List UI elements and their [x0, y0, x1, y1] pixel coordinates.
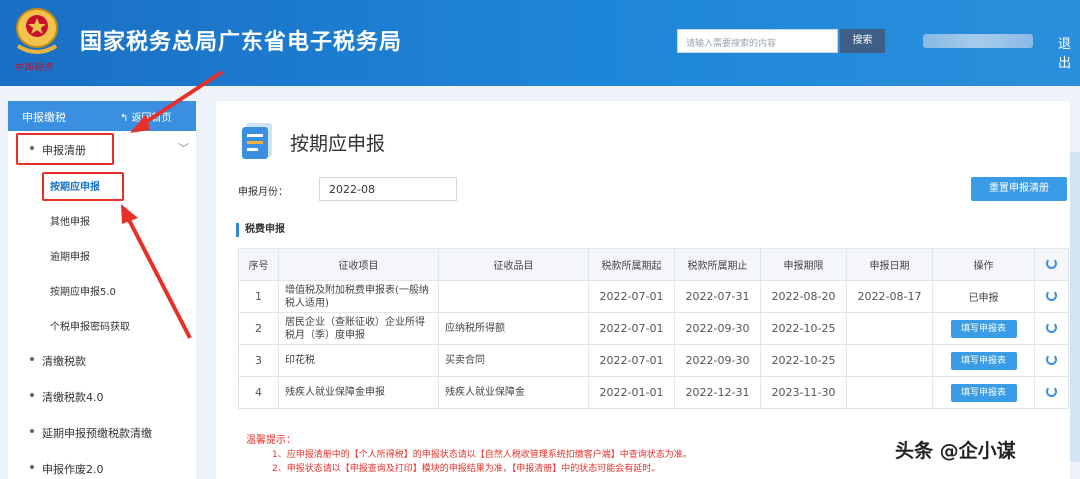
period-input[interactable]: 2022-08: [319, 177, 457, 201]
table-header-row: 序号 征收项目 征收品目 税款所属期起 税款所属期止 申报期限 申报日期 操作: [238, 248, 1069, 281]
notice-title: 温馨提示：: [246, 435, 296, 446]
bullet-icon: [30, 393, 34, 397]
sidebar-header: 申报缴税 ↰ 返回首页: [8, 101, 196, 131]
col-header-start: 税款所属期起: [588, 248, 675, 281]
watermark: 头条 @企小谋: [895, 440, 1016, 462]
refresh-icon[interactable]: [1046, 257, 1057, 269]
sidebar-item-deferred[interactable]: 延期申报预缴税款清缴: [8, 414, 196, 450]
table-row: 3 印花税 买卖合同 2022-07-01 2022-09-30 2022-10…: [238, 344, 1069, 377]
table-row: 2 居民企业（查账征收）企业所得税月（季）度申报 应纳税所得额 2022-07-…: [238, 312, 1069, 345]
notice-line: 1、应申报清册中的【个人所得税】的申报状态请以【自然人税收管理系统扣缴客户端】中…: [272, 450, 692, 460]
site-header: 中国税务 国家税务总局广东省电子税务局 请输入需要搜索的内容 搜索 退出: [0, 0, 1080, 86]
sidebar-item-tax-clearing[interactable]: 清缴税款: [8, 342, 196, 378]
site-title: 国家税务总局广东省电子税务局: [80, 30, 403, 55]
fill-form-button[interactable]: 填写申报表: [950, 383, 1017, 402]
tax-emblem-icon: [16, 8, 58, 54]
col-header-date: 申报日期: [846, 248, 933, 281]
bullet-icon: [30, 429, 34, 433]
bullet-icon: [30, 357, 34, 361]
sidebar-subitem-overdue[interactable]: 逾期申报: [8, 237, 196, 272]
col-header-subitem: 征收品目: [438, 248, 589, 281]
table-row: 1 增值税及附加税费申报表(一般纳税人适用) 2022-07-01 2022-0…: [238, 280, 1069, 313]
main-panel: 按期应申报 申报月份： 2022-08 重置申报清册 税费申报 序号 征收项目 …: [216, 101, 1070, 479]
table-row: 4 残疾人就业保障金申报 残疾人就业保障金 2022-01-01 2022-12…: [238, 376, 1069, 409]
refresh-icon[interactable]: [1046, 321, 1057, 333]
refresh-all[interactable]: [1034, 248, 1069, 281]
search-button[interactable]: 搜索: [840, 29, 885, 53]
chevron-down-icon: ﹀: [178, 142, 189, 155]
col-header-action: 操作: [932, 248, 1035, 281]
home-link[interactable]: ↰ 返回首页: [120, 109, 172, 124]
refresh-icon[interactable]: [1046, 353, 1057, 365]
notice-line: 2、申报状态请以【申报查询及打印】模块的申报结果为准，【申报清册】中的状态可能会…: [272, 464, 661, 474]
brand-subtitle: 中国税务: [14, 63, 55, 73]
reset-list-button[interactable]: 重置申报清册: [971, 177, 1067, 201]
user-name-blurred: [923, 34, 1033, 48]
sidebar-title: 申报缴税: [22, 111, 66, 124]
highlight-box-periodic: [42, 172, 124, 201]
sidebar-subitem-iit-password[interactable]: 个税申报密码获取: [8, 307, 196, 342]
col-header-item: 征收项目: [278, 248, 439, 281]
status-declared: 已申报: [932, 280, 1035, 313]
col-header-deadline: 申报期限: [760, 248, 847, 281]
sidebar-item-tax-clearing-4[interactable]: 清缴税款4.0: [8, 378, 196, 414]
logout-link[interactable]: 退出: [1058, 33, 1080, 71]
document-icon: [242, 123, 272, 159]
page-title: 按期应申报: [290, 133, 386, 155]
highlight-box-declaration-list: [16, 133, 114, 165]
section-title: 税费申报: [236, 223, 285, 237]
right-edge-tabs[interactable]: [1070, 152, 1080, 462]
bullet-icon: [30, 465, 34, 469]
declaration-table: 序号 征收项目 征收品目 税款所属期起 税款所属期止 申报期限 申报日期 操作 …: [238, 248, 1069, 409]
sidebar-subitem-periodic-5[interactable]: 按期应申报5.0: [8, 272, 196, 307]
period-label: 申报月份：: [238, 187, 288, 198]
fill-form-button[interactable]: 填写申报表: [950, 319, 1017, 338]
refresh-icon[interactable]: [1046, 385, 1057, 397]
fill-form-button[interactable]: 填写申报表: [950, 351, 1017, 370]
sidebar: 申报缴税 ↰ 返回首页 申报清册 ﹀ 按期应申报 其他申报 逾期申报 按期应申报…: [8, 101, 196, 479]
search-input[interactable]: 请输入需要搜索的内容: [677, 29, 838, 53]
refresh-icon[interactable]: [1046, 289, 1057, 301]
col-header-no: 序号: [238, 248, 279, 281]
col-header-end: 税款所属期止: [674, 248, 761, 281]
sidebar-subitem-other[interactable]: 其他申报: [8, 202, 196, 237]
sidebar-item-void[interactable]: 申报作废2.0: [8, 450, 196, 479]
